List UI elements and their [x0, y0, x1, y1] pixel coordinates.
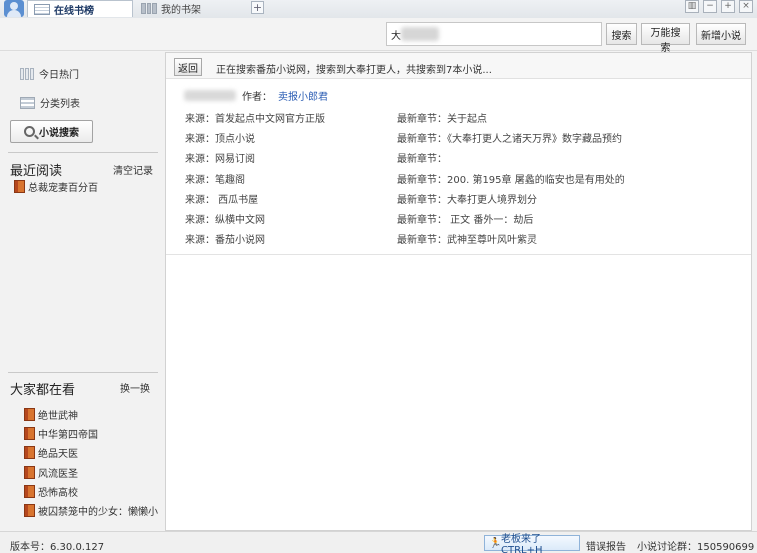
table-row: 来源：顶点小说 最新章节：《大奉打更人之诸天万界》数字藏品预约	[185, 130, 745, 145]
divider	[8, 372, 158, 373]
maximize-icon[interactable]: +	[721, 0, 735, 13]
error-report-link[interactable]: 错误报告	[586, 538, 626, 553]
version-label: 版本号：6.30.0.127	[10, 542, 105, 553]
add-tab-button[interactable]: +	[251, 1, 264, 14]
top-tab-bar: 在线书榜 我的书架 + ▥ − + ×	[0, 0, 757, 18]
discussion-group-label: 小说讨论群：150590699	[637, 542, 755, 553]
table-row: 来源：番茄小说网 最新章节：武神至尊叶风叶紫灵	[185, 231, 745, 246]
sidebar-item-label: 今日热门	[39, 70, 79, 81]
book-title: 风流医圣	[38, 469, 78, 480]
universal-search-button[interactable]: 万能搜索	[641, 23, 690, 54]
popular-title: 大家都在看	[10, 383, 76, 398]
sidebar-item-label: 分类列表	[40, 99, 80, 110]
book-icon	[14, 180, 25, 193]
source-link[interactable]: 来源：网易订阅	[185, 150, 255, 165]
list-item[interactable]: 绝品天医	[24, 445, 164, 460]
table-row: 来源：首发起点中文网官方正版 最新章节：关于起点	[185, 110, 745, 125]
search-button[interactable]: 搜索	[606, 23, 637, 45]
minimize-icon[interactable]: −	[703, 0, 717, 13]
author-link[interactable]: 卖报小郎君	[278, 88, 328, 103]
tab-my-bookshelf[interactable]: 我的书架	[135, 0, 235, 17]
tab-online-rankings[interactable]: 在线书榜	[27, 0, 133, 17]
clear-records-link[interactable]: 清空记录	[113, 162, 153, 177]
search-icon	[24, 126, 35, 137]
book-icon	[24, 408, 35, 421]
refresh-link[interactable]: 换一换	[120, 380, 150, 395]
list-icon	[34, 3, 50, 15]
list-item[interactable]: 总裁宠妻百分百	[14, 179, 154, 194]
add-novel-button[interactable]: 新增小说	[696, 23, 746, 45]
latest-chapter-link[interactable]: 最新章节：《大奉打更人之诸天万界》数字藏品预约	[397, 130, 622, 145]
table-row: 来源：纵横中文网 最新章节： 正文 番外一：劫后	[185, 211, 745, 226]
redacted-title	[184, 90, 236, 101]
running-man-icon: 🏃	[489, 537, 502, 549]
source-link[interactable]: 来源： 西瓜书屋	[185, 191, 258, 206]
latest-chapter-link[interactable]: 最新章节：200. 第195章 屠蠡的临安也是有用处的	[397, 171, 625, 186]
tab-label: 我的书架	[161, 5, 201, 16]
source-link[interactable]: 来源：顶点小说	[185, 130, 255, 145]
list-item[interactable]: 中华第四帝国	[24, 426, 164, 441]
list-item[interactable]: 被囚禁笼中的少女：懒懒小	[24, 503, 165, 518]
latest-chapter-link[interactable]: 最新章节：	[397, 150, 447, 165]
search-toolbar: 搜索 万能搜索 新增小说	[0, 18, 757, 54]
source-link[interactable]: 来源：笔趣阁	[185, 171, 245, 186]
book-header: 作者： 卖报小郎君	[184, 88, 328, 103]
divider	[166, 254, 751, 255]
back-button[interactable]: 返回	[174, 58, 202, 76]
latest-chapter-link[interactable]: 最新章节：关于起点	[397, 110, 487, 125]
search-status-bar: 返回 正在搜索番茄小说网，搜索到大奉打更人，共搜索到7本小说...	[166, 53, 751, 79]
search-results-panel: 返回 正在搜索番茄小说网，搜索到大奉打更人，共搜索到7本小说... 作者： 卖报…	[165, 52, 752, 531]
close-icon[interactable]: ×	[739, 0, 753, 13]
source-link[interactable]: 来源：番茄小说网	[185, 231, 265, 246]
bookshelf-icon	[141, 3, 158, 14]
list-item[interactable]: 绝世武神	[24, 407, 164, 422]
book-title: 恐怖高校	[38, 488, 78, 499]
sidebar: 今日热门 分类列表 小说搜索 最近阅读 清空记录 总裁宠妻百分百 大家都在看 换…	[0, 52, 165, 531]
novel-search-button[interactable]: 小说搜索	[10, 120, 93, 143]
sidebar-item-today-hot[interactable]: 今日热门	[20, 66, 79, 81]
search-status-text: 正在搜索番茄小说网，搜索到大奉打更人，共搜索到7本小说...	[216, 65, 492, 76]
author-label: 作者：	[242, 92, 272, 103]
source-link[interactable]: 来源：首发起点中文网官方正版	[185, 110, 325, 125]
book-title: 总裁宠妻百分百	[28, 183, 98, 194]
book-title: 绝世武神	[38, 411, 78, 422]
book-title: 被囚禁笼中的少女：懒懒小	[38, 507, 158, 518]
divider	[8, 152, 158, 153]
user-avatar-icon[interactable]	[4, 0, 24, 17]
novel-search-label: 小说搜索	[39, 128, 79, 139]
source-link[interactable]: 来源：纵横中文网	[185, 211, 265, 226]
books-icon	[20, 67, 34, 80]
redacted-text	[401, 27, 439, 41]
boss-key-label: 老板来了CTRL+H	[501, 534, 543, 553]
table-row: 来源：笔趣阁 最新章节：200. 第195章 屠蠡的临安也是有用处的	[185, 171, 745, 186]
book-icon	[24, 485, 35, 498]
skin-icon[interactable]: ▥	[685, 0, 699, 13]
latest-chapter-link[interactable]: 最新章节：武神至尊叶风叶紫灵	[397, 231, 537, 246]
list-item[interactable]: 风流医圣	[24, 465, 164, 480]
book-icon	[24, 466, 35, 479]
list-item[interactable]: 恐怖高校	[24, 484, 164, 499]
bottom-status-bar: 版本号：6.30.0.127 🏃 老板来了CTRL+H 错误报告 小说讨论群：1…	[0, 531, 757, 553]
boss-key-button[interactable]: 🏃 老板来了CTRL+H	[484, 534, 580, 553]
recent-reading-title: 最近阅读	[10, 164, 63, 179]
tab-label: 在线书榜	[54, 5, 94, 17]
table-row: 来源：网易订阅 最新章节：	[185, 150, 745, 165]
list-icon	[20, 96, 35, 109]
table-row: 来源： 西瓜书屋 最新章节：大奉打更人境界划分	[185, 191, 745, 206]
book-icon	[24, 446, 35, 459]
latest-chapter-link[interactable]: 最新章节：大奉打更人境界划分	[397, 191, 537, 206]
book-icon	[24, 504, 35, 517]
book-title: 绝品天医	[38, 449, 78, 460]
latest-chapter-link[interactable]: 最新章节： 正文 番外一：劫后	[397, 211, 533, 226]
book-icon	[24, 427, 35, 440]
book-title: 中华第四帝国	[38, 430, 98, 441]
window-controls: ▥ − + ×	[685, 0, 753, 13]
sidebar-item-category-list[interactable]: 分类列表	[20, 95, 80, 110]
